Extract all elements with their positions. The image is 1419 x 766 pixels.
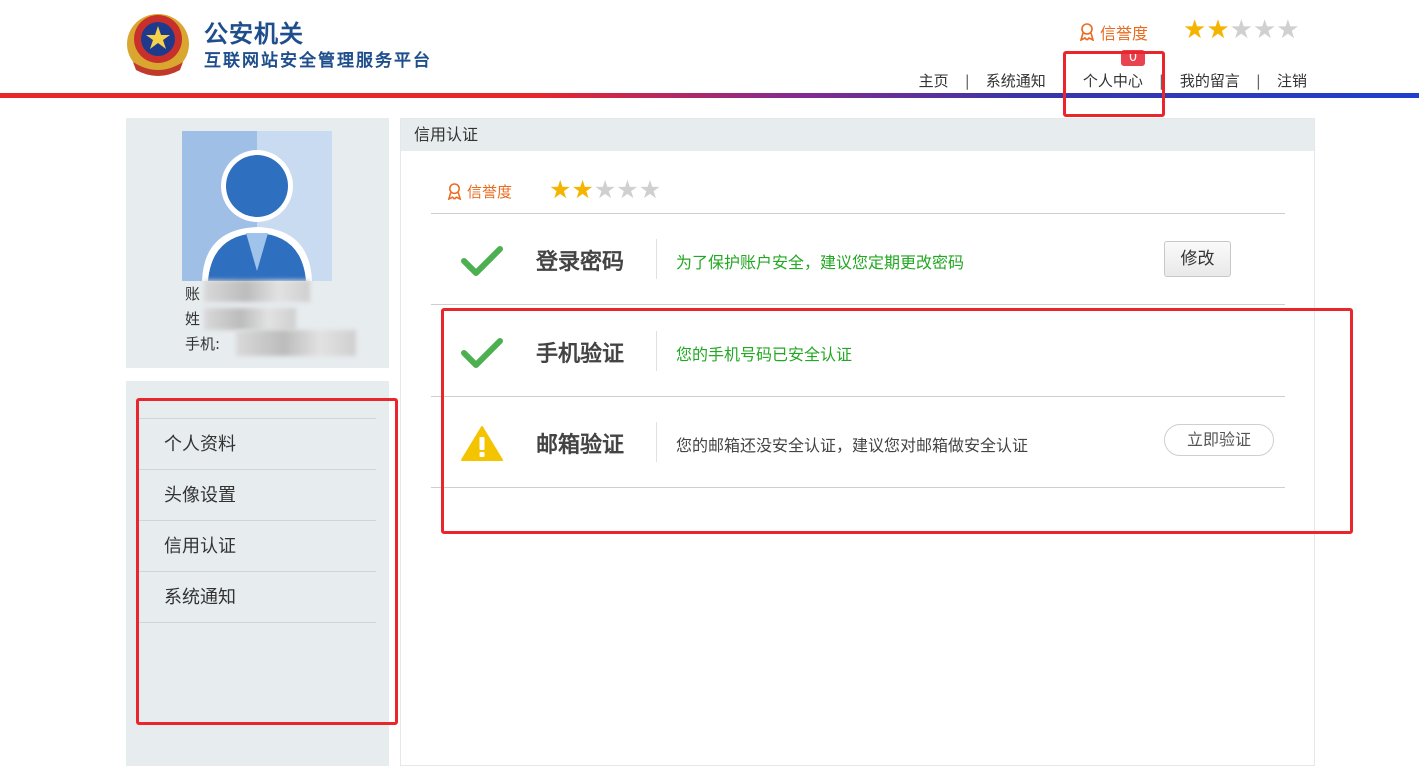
credit-indicator: 信誉度 [1078,20,1148,44]
security-row-phone: 手机验证 您的手机号码已安全认证 [431,306,1285,397]
row-title: 手机验证 [536,342,625,367]
star-empty-icon: ★ [1252,15,1277,45]
nav-separator: | [1158,71,1164,90]
nav-personal-center[interactable]: 个人中心 [1081,70,1145,91]
police-emblem-icon [127,14,189,76]
star-filled-icon: ★ [1183,15,1207,45]
nav-separator: | [1061,71,1067,90]
redacted-account [204,280,310,302]
check-icon [461,338,503,368]
panel-title: 信用认证 [401,119,1314,151]
credit-label: 信誉度 [1100,24,1149,43]
row-title: 邮箱验证 [536,433,625,458]
page: 公安机关 互联网站安全管理服务平台 信誉度 ★ ★ ★ ★ ★ 0 主页 | 系统通知 … [0,0,1419,766]
check-icon [461,246,503,276]
security-row-email: 邮箱验证 您的邮箱还没安全认证，建议您对邮箱做安全认证 立即验证 [431,397,1285,488]
row-divider [656,422,657,462]
row-description: 您的手机号码已安全认证 [676,345,853,364]
sidebar-menu: 个人资料 头像设置 信用认证 系统通知 [126,381,389,766]
sidebar-item-profile[interactable]: 个人资料 [138,419,376,470]
row-description: 您的邮箱还没安全认证，建议您对邮箱做安全认证 [676,436,1029,455]
nav-logout[interactable]: 注销 [1275,70,1309,91]
top-nav: 主页 | 系统通知 | 个人中心 | 我的留言 | 注销 [917,70,1309,91]
nav-home[interactable]: 主页 [917,70,951,91]
credit-panel: 信用认证 信誉度 ★ ★ ★ ★ ★ 登录密码 为了保护账户安全，建议您定期更改密码 修… [400,118,1315,766]
medal-icon [1079,23,1095,41]
warning-icon [461,426,503,461]
notification-badge: 0 [1121,50,1145,66]
star-filled-icon: ★ [571,175,594,204]
profile-card: 账 姓 手机: [126,118,389,368]
medal-icon [447,183,462,200]
site-subtitle: 互联网站安全管理服务平台 [204,51,432,71]
star-empty-icon: ★ [1276,15,1300,45]
header-divider [0,93,1419,98]
sidebar-item-avatar[interactable]: 头像设置 [138,470,376,521]
star-filled-icon: ★ [549,175,572,204]
star-empty-icon: ★ [638,175,662,204]
row-divider [656,331,657,371]
nav-notifications[interactable]: 系统通知 [984,70,1048,91]
name-label: 姓 [185,310,201,328]
credit-summary: 信誉度 ★ ★ ★ ★ ★ [431,172,1285,214]
rating-stars: ★ ★ ★ ★ ★ [549,176,661,204]
row-description: 为了保护账户安全，建议您定期更改密码 [676,253,965,272]
avatar[interactable] [182,131,332,281]
sidebar-item-notifications[interactable]: 系统通知 [138,572,376,623]
nav-separator: | [1255,71,1261,90]
rating-stars: ★ ★ ★ ★ ★ [1183,16,1300,44]
verify-email-button[interactable]: 立即验证 [1164,424,1274,456]
star-empty-icon: ★ [1229,15,1253,45]
sidebar-item-credit[interactable]: 信用认证 [138,521,376,572]
nav-my-messages[interactable]: 我的留言 [1178,70,1242,91]
redacted-name [204,308,296,330]
site-title: 公安机关 [204,20,304,48]
credit-indicator: 信誉度 [446,181,512,202]
phone-label: 手机: [185,335,221,353]
modify-password-button[interactable]: 修改 [1164,241,1231,277]
account-label: 账 [185,285,201,303]
star-filled-icon: ★ [1206,15,1230,45]
credit-label: 信誉度 [467,183,513,201]
redacted-phone [236,330,356,356]
star-empty-icon: ★ [616,175,639,204]
row-title: 登录密码 [536,250,625,275]
menu-list: 个人资料 头像设置 信用认证 系统通知 [138,418,376,623]
star-empty-icon: ★ [593,175,617,204]
nav-separator: | [964,71,970,90]
row-divider [656,239,657,279]
security-row-password: 登录密码 为了保护账户安全，建议您定期更改密码 修改 [431,214,1285,305]
